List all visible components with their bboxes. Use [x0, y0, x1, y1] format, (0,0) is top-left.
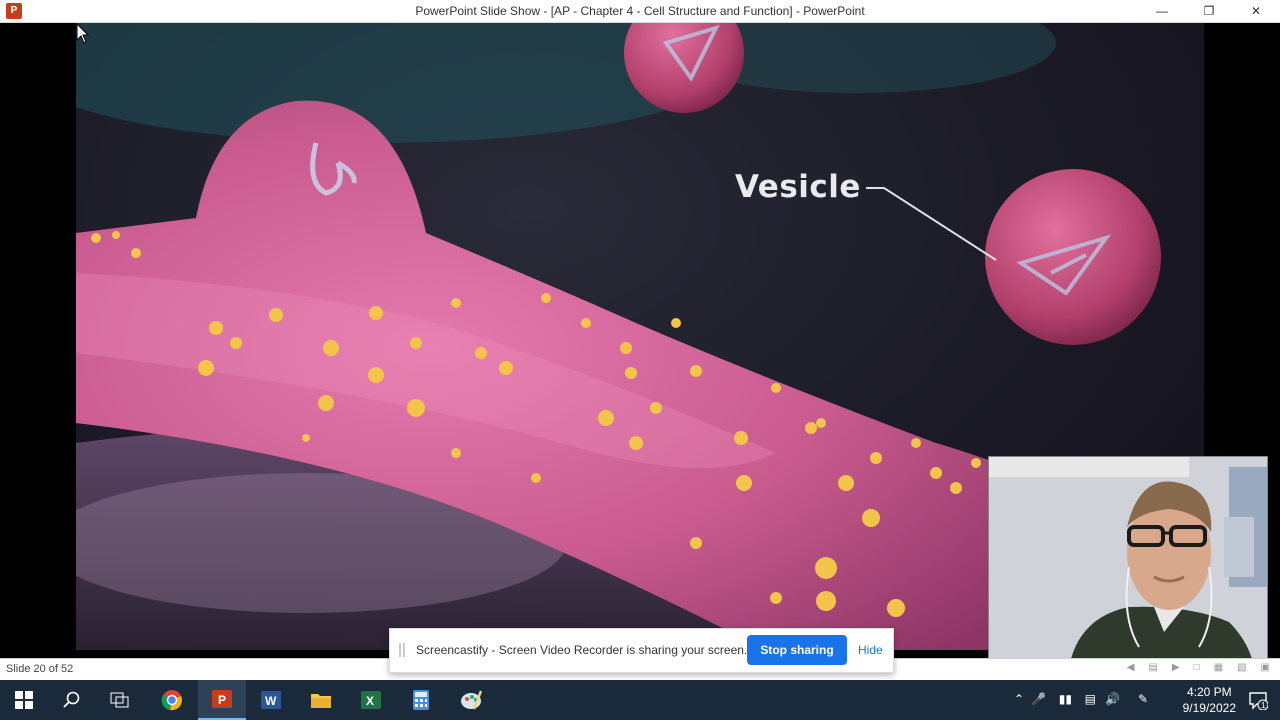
drag-handle-icon[interactable] [399, 643, 405, 657]
svg-text:X: X [366, 694, 374, 708]
screen-share-bar: Screencastify - Screen Video Recorder is… [389, 628, 894, 673]
show-hidden-icons-icon[interactable]: ⌃ [1014, 692, 1024, 706]
slide-menu-icon[interactable]: ▤ [1148, 662, 1157, 673]
notification-center-icon[interactable]: 1 [1248, 690, 1269, 713]
stop-sharing-button[interactable]: Stop sharing [747, 635, 847, 665]
svg-text:W: W [265, 694, 277, 708]
presenter-video [989, 457, 1267, 667]
webcam-overlay[interactable] [988, 456, 1268, 668]
share-message: Screencastify - Screen Video Recorder is… [416, 643, 748, 657]
clock[interactable]: 4:20 PM 9/19/2022 [1183, 684, 1236, 716]
clock-time: 4:20 PM [1186, 685, 1232, 699]
previous-slide-icon[interactable]: ◀ [1127, 662, 1135, 673]
pen-icon[interactable]: ✎ [1138, 692, 1148, 706]
mouse-cursor-icon [76, 23, 90, 44]
network-icon[interactable]: ▤ [1085, 692, 1096, 706]
title-bar: P PowerPoint Slide Show - [AP - Chapter … [0, 0, 1280, 23]
notification-count: 1 [1261, 701, 1266, 710]
volume-icon[interactable]: 🔊 [1105, 692, 1120, 706]
clock-date: 9/19/2022 [1182, 701, 1236, 715]
start-icon[interactable] [0, 680, 48, 720]
slide-counter: Slide 20 of 52 [6, 663, 74, 675]
file-explorer-icon[interactable] [297, 680, 345, 720]
slideshow-view-icon[interactable]: ▣ [1261, 662, 1270, 673]
reading-view-icon[interactable]: ▧ [1237, 662, 1246, 673]
chrome-icon[interactable] [148, 680, 196, 720]
slide-sorter-icon[interactable]: ▦ [1214, 662, 1223, 673]
task-view-icon[interactable] [96, 680, 144, 720]
window-title: PowerPoint Slide Show - [AP - Chapter 4 … [415, 4, 865, 18]
next-slide-icon[interactable]: ▶ [1172, 662, 1180, 673]
microphone-icon[interactable]: 🎤 [1031, 692, 1046, 706]
search-icon[interactable] [48, 680, 96, 720]
close-icon[interactable]: ✕ [1233, 0, 1279, 22]
minimize-icon[interactable]: — [1139, 0, 1185, 22]
battery-icon[interactable]: ▮▮ [1059, 692, 1072, 706]
powerpoint-icon[interactable]: P [198, 680, 246, 720]
taskbar: P W X ⌃ 🎤 ▮▮ ▤ 🔊 ✎ 4:20 PM 9/19/2022 1 [0, 680, 1280, 720]
svg-text:P: P [218, 693, 226, 707]
excel-icon[interactable]: X [347, 680, 395, 720]
normal-view-icon[interactable]: □ [1194, 662, 1200, 673]
calculator-icon[interactable] [397, 680, 445, 720]
hide-button[interactable]: Hide [858, 643, 883, 657]
vesicle-label: Vesicle [735, 169, 861, 205]
paint-icon[interactable] [447, 680, 495, 720]
restore-icon[interactable]: ❐ [1186, 0, 1232, 22]
word-icon[interactable]: W [247, 680, 295, 720]
